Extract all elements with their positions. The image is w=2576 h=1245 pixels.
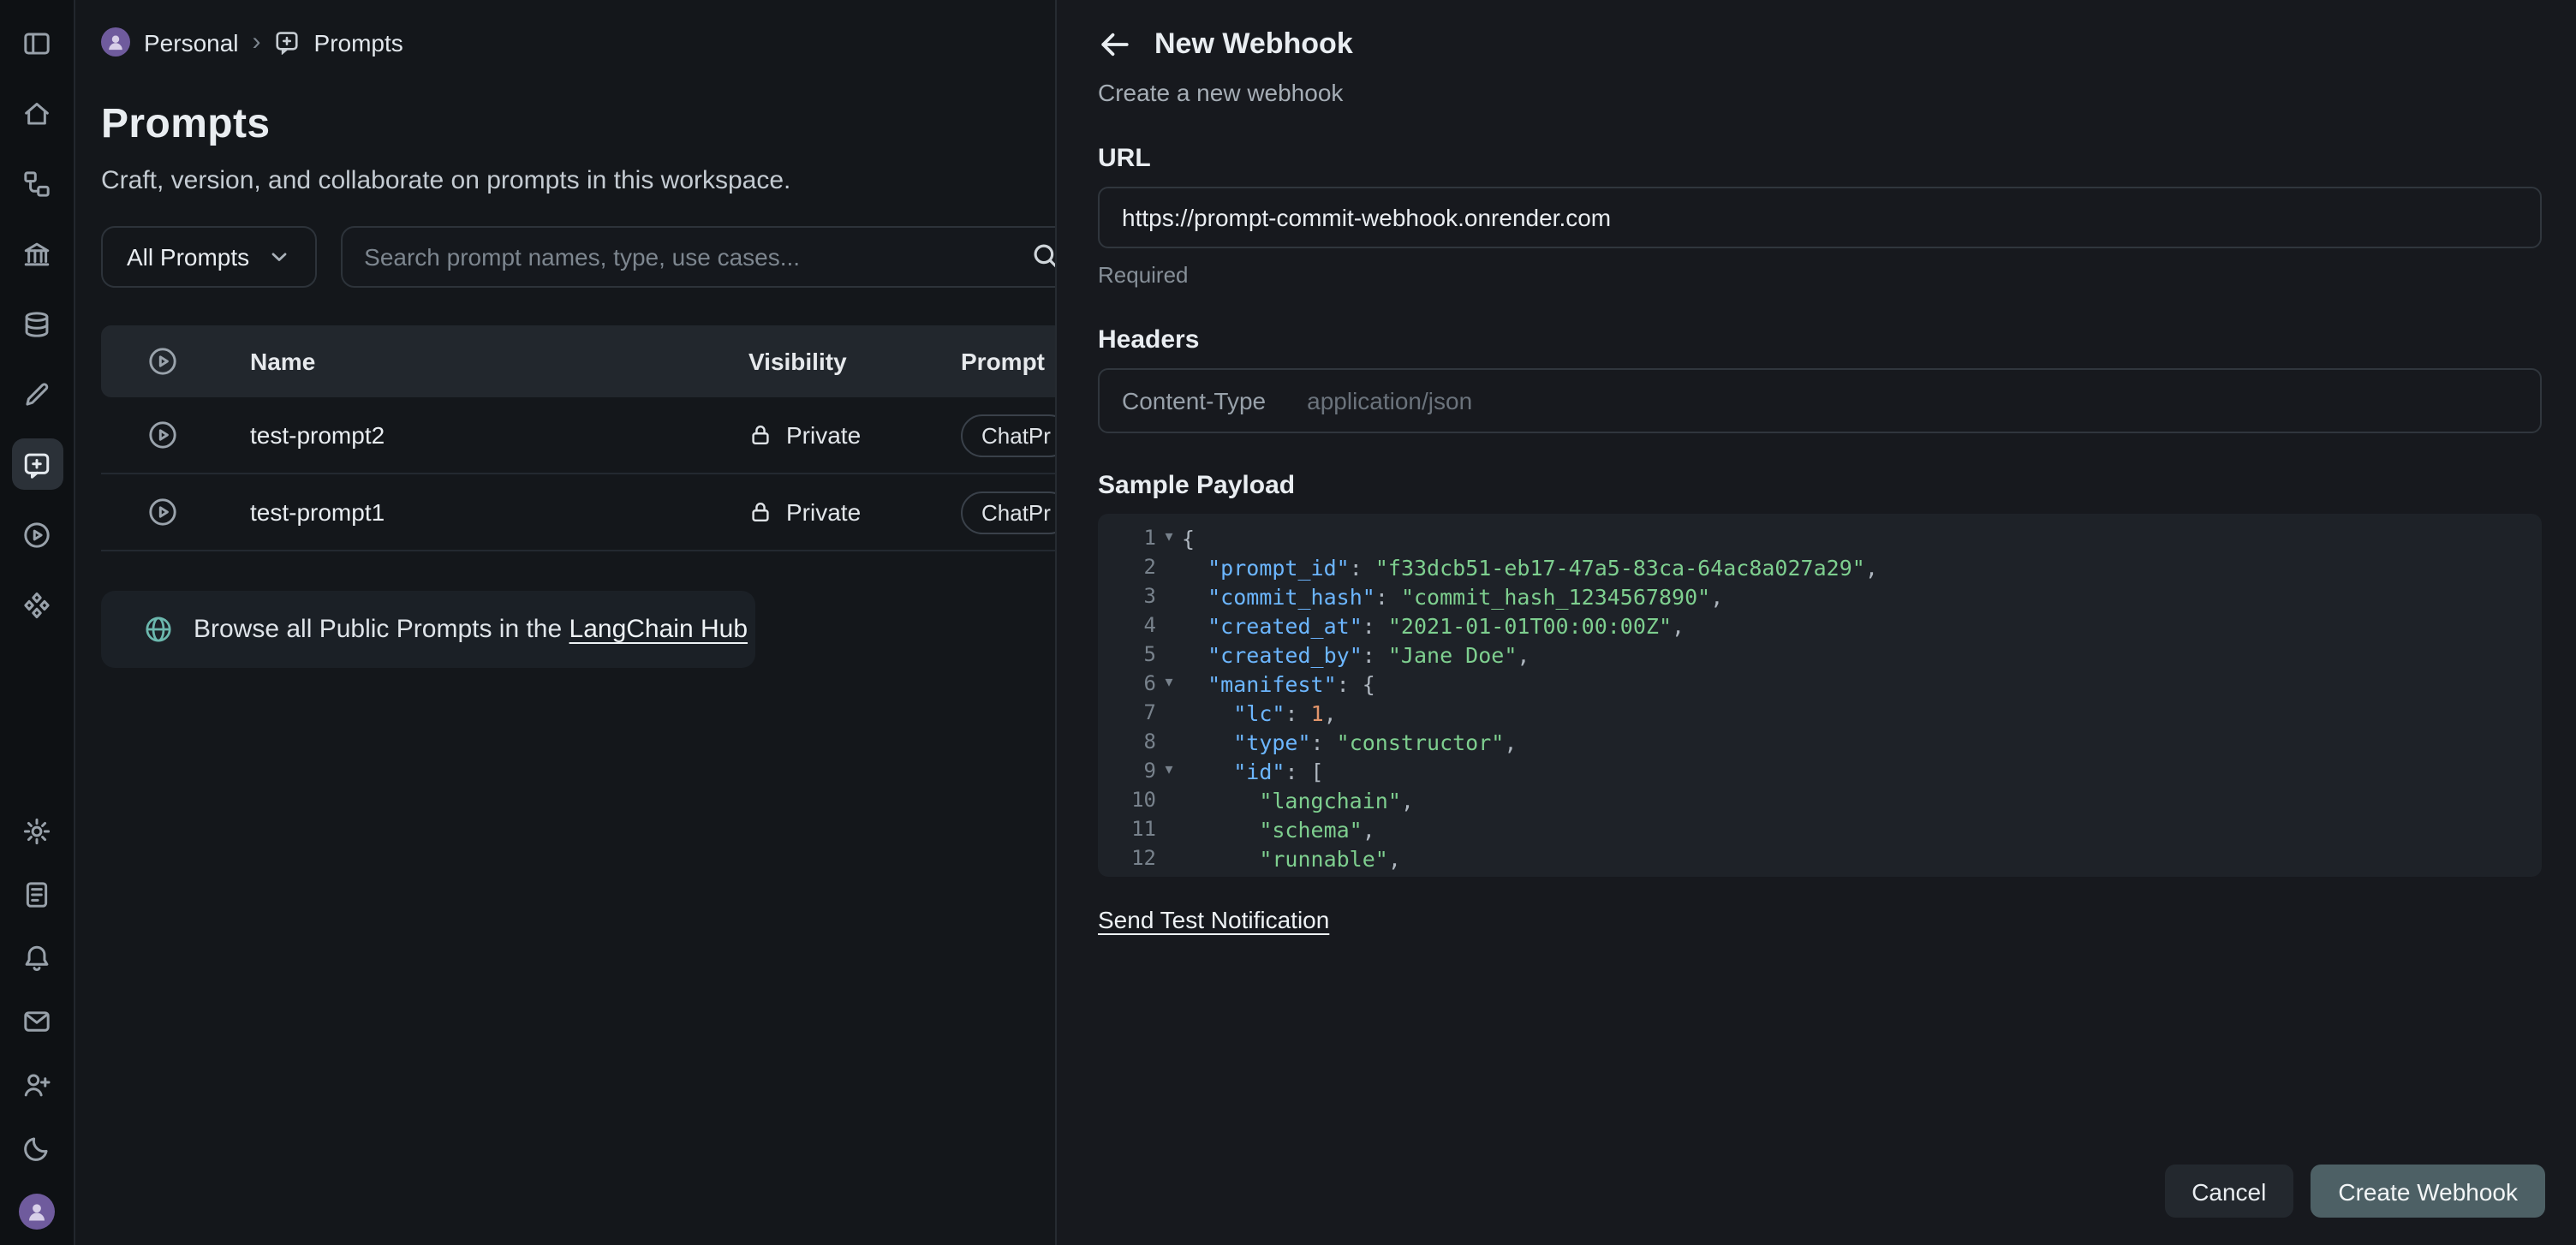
user-avatar[interactable] bbox=[11, 1185, 63, 1236]
visibility-label: Private bbox=[786, 421, 861, 449]
prompt-type-cell: ChatPr bbox=[961, 414, 1055, 456]
home-icon[interactable] bbox=[11, 87, 63, 139]
create-webhook-button[interactable]: Create Webhook bbox=[2311, 1165, 2545, 1218]
prompts-table-body: test-prompt2 Private ChatPr test-prompt1… bbox=[101, 397, 1055, 551]
url-helper: Required bbox=[1098, 262, 2542, 288]
breadcrumb-workspace[interactable]: Personal bbox=[144, 28, 239, 56]
play-circle-icon[interactable] bbox=[101, 420, 224, 450]
filter-dropdown-label: All Prompts bbox=[127, 243, 249, 271]
lock-icon bbox=[748, 500, 772, 524]
search-icon bbox=[1031, 241, 1055, 271]
sidebar-toggle-icon[interactable] bbox=[11, 17, 63, 69]
breadcrumb: Personal › Prompts bbox=[101, 27, 1055, 57]
payload-code: 1▾{2 "prompt_id": "f33dcb51-eb17-47a5-83… bbox=[1098, 524, 2542, 877]
filter-row: All Prompts bbox=[101, 226, 1055, 288]
headers-row: Content-Type bbox=[1098, 368, 2542, 433]
back-button[interactable] bbox=[1098, 27, 1132, 62]
prompt-name[interactable]: test-prompt1 bbox=[224, 498, 748, 526]
settings-icon[interactable] bbox=[11, 805, 63, 856]
app-window: Personal › Prompts Prompts Craft, versio… bbox=[0, 0, 2576, 1245]
prompts-breadcrumb-icon bbox=[275, 29, 301, 55]
prompt-type-badge: ChatPr bbox=[961, 414, 1055, 456]
prompt-type-cell: ChatPr bbox=[961, 491, 1055, 533]
url-input[interactable] bbox=[1098, 187, 2542, 248]
visibility-cell: Private bbox=[748, 421, 961, 449]
visibility-cell: Private bbox=[748, 498, 961, 526]
panel-actions: Cancel Create Webhook bbox=[2164, 1165, 2545, 1218]
dashboards-icon[interactable] bbox=[11, 228, 63, 279]
header-value-input[interactable] bbox=[1307, 387, 2518, 414]
arrow-left-icon bbox=[1098, 27, 1132, 62]
new-webhook-panel: New Webhook Create a new webhook URL Req… bbox=[1055, 0, 2576, 1245]
send-test-notification-link[interactable]: Send Test Notification bbox=[1098, 906, 1329, 933]
breadcrumb-page[interactable]: Prompts bbox=[314, 28, 403, 56]
cancel-button[interactable]: Cancel bbox=[2164, 1165, 2293, 1218]
prompt-name[interactable]: test-prompt2 bbox=[224, 421, 748, 449]
col-header-prompt: Prompt bbox=[961, 348, 1055, 375]
hub-banner: Browse all Public Prompts in the LangCha… bbox=[101, 591, 755, 668]
prompt-type-badge: ChatPr bbox=[961, 491, 1055, 533]
visibility-label: Private bbox=[786, 498, 861, 526]
table-row[interactable]: test-prompt1 Private ChatPr bbox=[101, 474, 1055, 551]
panel-title: New Webhook bbox=[1154, 27, 1353, 62]
panel-subtitle: Create a new webhook bbox=[1098, 79, 2542, 106]
hub-banner-text: Browse all Public Prompts in the LangCha… bbox=[194, 615, 748, 644]
langchain-hub-link[interactable]: LangChain Hub bbox=[569, 615, 748, 644]
prompts-nav-icon[interactable] bbox=[11, 438, 63, 490]
rail-top-group bbox=[11, 17, 63, 630]
prompts-table: Name Visibility Prompt test-prompt2 Priv… bbox=[101, 325, 1055, 551]
page-subtitle: Craft, version, and collaborate on promp… bbox=[101, 166, 1055, 195]
page-title: Prompts bbox=[101, 101, 1055, 149]
workspace-avatar bbox=[101, 27, 130, 57]
chevron-down-icon bbox=[266, 245, 290, 269]
breadcrumb-separator: › bbox=[253, 27, 261, 57]
sample-payload-label: Sample Payload bbox=[1098, 471, 2542, 500]
lock-icon bbox=[748, 423, 772, 447]
datasets-icon[interactable] bbox=[11, 298, 63, 349]
search-input[interactable] bbox=[340, 226, 1055, 288]
theme-toggle-icon[interactable] bbox=[11, 1122, 63, 1173]
docs-icon[interactable] bbox=[11, 868, 63, 920]
icon-rail bbox=[0, 0, 75, 1245]
deployments-icon[interactable] bbox=[11, 579, 63, 630]
prompts-page: Personal › Prompts Prompts Craft, versio… bbox=[75, 0, 1055, 1245]
table-header: Name Visibility Prompt bbox=[101, 325, 1055, 397]
col-header-name: Name bbox=[224, 348, 748, 375]
table-row[interactable]: test-prompt2 Private ChatPr bbox=[101, 397, 1055, 474]
url-label: URL bbox=[1098, 144, 2542, 173]
play-circle-icon[interactable] bbox=[101, 497, 224, 527]
rail-bottom-group bbox=[11, 805, 63, 1236]
col-header-visibility: Visibility bbox=[748, 348, 961, 375]
tracing-icon[interactable] bbox=[11, 158, 63, 209]
headers-label: Headers bbox=[1098, 325, 2542, 354]
globe-icon bbox=[144, 615, 173, 644]
playground-icon[interactable] bbox=[11, 509, 63, 560]
prompts-filter-dropdown[interactable]: All Prompts bbox=[101, 226, 316, 288]
mail-icon[interactable] bbox=[11, 995, 63, 1046]
invite-user-icon[interactable] bbox=[11, 1058, 63, 1110]
panel-header: New Webhook bbox=[1098, 27, 2542, 62]
header-key: Content-Type bbox=[1122, 387, 1266, 414]
header-play-circle-icon bbox=[101, 346, 224, 377]
search-wrap bbox=[340, 226, 1055, 288]
payload-code-editor[interactable]: 1▾{2 "prompt_id": "f33dcb51-eb17-47a5-83… bbox=[1098, 514, 2542, 877]
hub-banner-prefix: Browse all Public Prompts in the bbox=[194, 615, 562, 644]
notifications-icon[interactable] bbox=[11, 932, 63, 983]
annotation-queues-icon[interactable] bbox=[11, 368, 63, 420]
